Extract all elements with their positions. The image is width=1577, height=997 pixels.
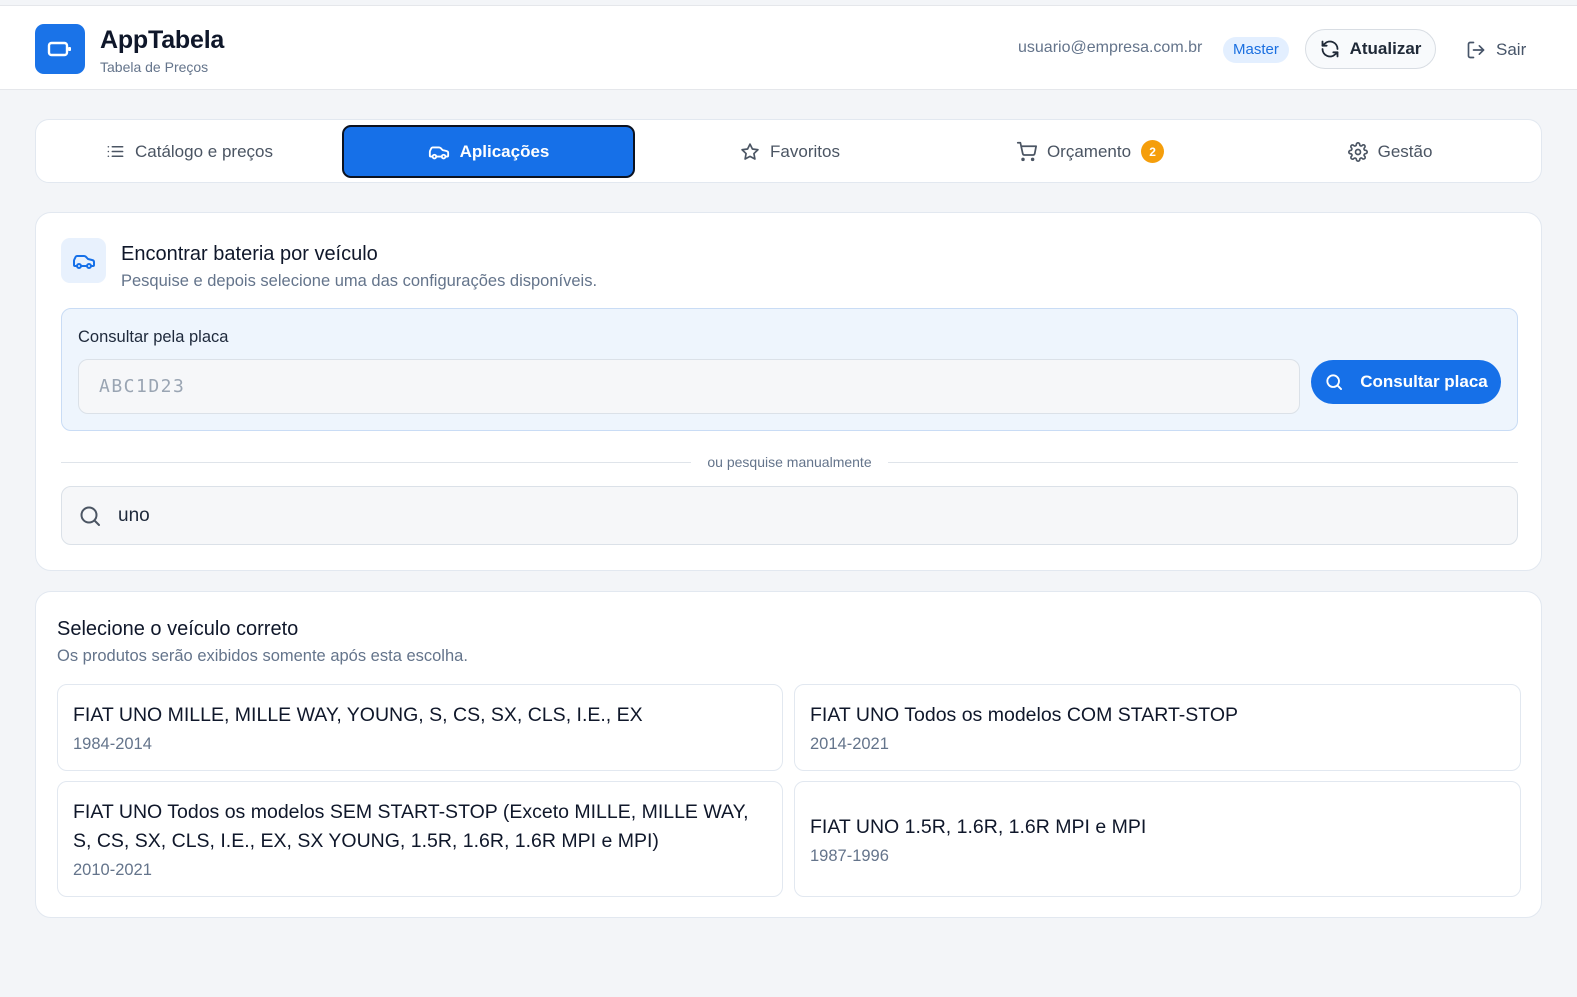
- main-tabs: Catálogo e preços Aplicações Favoritos O…: [35, 119, 1542, 183]
- battery-icon: [47, 41, 71, 57]
- vehicle-years: 1987-1996: [810, 846, 889, 865]
- vehicle-results-card: Selecione o veículo correto Os produtos …: [35, 591, 1542, 918]
- section-subtitle: Pesquise e depois selecione uma das conf…: [121, 272, 598, 290]
- user-email: usuario@empresa.com.br: [1018, 39, 1203, 56]
- results-subtitle: Os produtos serão exibidos somente após …: [57, 647, 468, 665]
- tab-aplicacoes[interactable]: Aplicações: [342, 125, 635, 178]
- search-icon: [1326, 374, 1343, 390]
- tab-gestao[interactable]: Gestão: [1240, 125, 1540, 178]
- cart-icon: [1016, 141, 1037, 162]
- star-icon: [741, 142, 759, 160]
- tab-label: Orçamento: [1046, 141, 1132, 161]
- results-title: Selecione o veículo correto: [57, 618, 299, 640]
- vehicle-name: FIAT UNO Todos os modelos COM START-STOP: [810, 704, 1239, 726]
- tab-label: Aplicações: [459, 141, 550, 161]
- tab-label: Catálogo e preços: [135, 141, 273, 161]
- vehicle-option[interactable]: FIAT UNO MILLE, MILLE WAY, YOUNG, S, CS,…: [57, 684, 783, 771]
- tab-favoritos[interactable]: Favoritos: [640, 125, 940, 178]
- tab-label: Gestão: [1377, 141, 1433, 161]
- manual-search-value: uno: [118, 505, 150, 526]
- quote-count-badge: 2: [1141, 140, 1165, 163]
- car-icon-box: [61, 238, 106, 283]
- car-icon: [428, 146, 449, 159]
- logout-label: Sair: [1496, 40, 1527, 59]
- vehicle-years: 2014-2021: [810, 735, 889, 753]
- refresh-label: Atualizar: [1349, 39, 1422, 58]
- logout-button[interactable]: Sair: [1466, 37, 1526, 63]
- logout-icon: [1467, 41, 1485, 59]
- vehicle-years: 1984-2014: [73, 735, 152, 753]
- role-badge: Master: [1223, 37, 1289, 63]
- search-icon: [80, 506, 100, 526]
- list-icon: [107, 145, 124, 158]
- tab-catalogo[interactable]: Catálogo e preços: [41, 125, 338, 178]
- vehicle-search-card: Encontrar bateria por veículo Pesquise e…: [35, 212, 1542, 571]
- app-header: AppTabela Tabela de Preços usuario@empre…: [0, 5, 1577, 90]
- refresh-button[interactable]: Atualizar: [1305, 29, 1436, 69]
- gear-icon: [1347, 141, 1368, 162]
- plate-lookup-panel: Consultar pela placa Consultar placa: [61, 308, 1518, 431]
- plate-input[interactable]: [78, 359, 1300, 414]
- manual-search-input[interactable]: uno: [61, 486, 1518, 545]
- vehicle-option[interactable]: FIAT UNO Todos os modelos COM START-STOP…: [794, 684, 1521, 771]
- vehicle-option[interactable]: FIAT UNO Todos os modelos SEM START-STOP…: [57, 781, 783, 897]
- plate-lookup-button[interactable]: Consultar placa: [1311, 360, 1501, 404]
- plate-button-label: Consultar placa: [1360, 372, 1488, 391]
- vehicle-name: FIAT UNO Todos os modelos SEM START-STOP…: [73, 801, 749, 852]
- vehicle-name: FIAT UNO MILLE, MILLE WAY, YOUNG, S, CS,…: [73, 704, 643, 726]
- app-logo: [35, 24, 85, 74]
- vehicle-name: FIAT UNO 1.5R, 1.6R, 1.6R MPI e MPI: [810, 815, 1147, 838]
- tab-orcamento[interactable]: Orçamento 2: [940, 125, 1240, 178]
- car-icon: [72, 254, 95, 269]
- tab-label: Favoritos: [770, 141, 840, 161]
- divider-text: ou pesquise manualmente: [707, 454, 872, 470]
- plate-label: Consultar pela placa: [78, 328, 229, 346]
- app-subtitle: Tabela de Preços: [100, 59, 209, 75]
- app-title: AppTabela: [100, 26, 225, 54]
- section-title: Encontrar bateria por veículo: [121, 243, 378, 265]
- vehicle-option[interactable]: FIAT UNO 1.5R, 1.6R, 1.6R MPI e MPI 1987…: [794, 781, 1521, 897]
- refresh-icon: [1321, 40, 1339, 58]
- vehicle-years: 2010-2021: [73, 861, 152, 879]
- or-divider: ou pesquise manualmente: [61, 451, 1519, 473]
